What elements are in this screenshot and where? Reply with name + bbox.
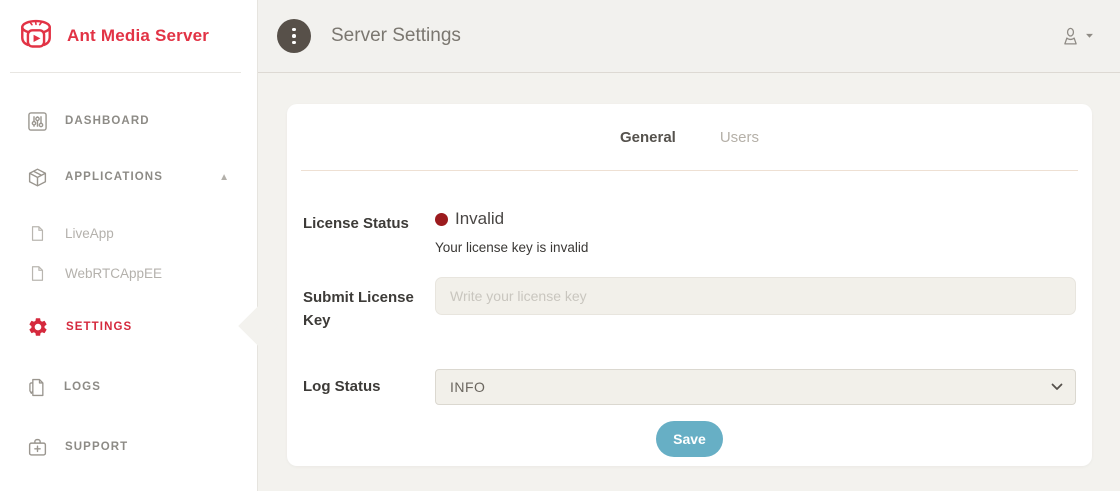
logs-icon (27, 377, 47, 398)
sidebar-item-settings[interactable]: SETTINGS (0, 299, 257, 355)
log-status-select[interactable]: INFO (435, 369, 1076, 405)
applications-icon (27, 167, 48, 188)
sidebar-item-label: SUPPORT (65, 441, 128, 453)
support-icon (27, 437, 48, 458)
license-key-row: Submit License Key (303, 277, 1076, 333)
tab-divider (301, 170, 1078, 171)
status-text: Invalid (455, 209, 504, 229)
sidebar-item-label: WebRTCAppEE (65, 266, 162, 281)
license-key-field (435, 277, 1076, 333)
gear-icon (27, 316, 49, 338)
account-menu-button[interactable] (1061, 26, 1094, 47)
license-status-value: Invalid (435, 209, 1076, 229)
kebab-menu-button[interactable] (277, 19, 311, 53)
sidebar-item-logs[interactable]: LOGS (0, 359, 257, 415)
save-row: Save (303, 421, 1076, 457)
license-status-label: License Status (303, 209, 435, 255)
kebab-dot (292, 41, 296, 45)
server-settings-form: License Status Invalid Your license key … (287, 209, 1092, 457)
sidebar-item-label: LiveApp (65, 226, 114, 241)
sidebar-item-label: SETTINGS (66, 321, 132, 333)
sidebar-item-label: DASHBOARD (65, 115, 150, 127)
license-status-message: Your license key is invalid (435, 240, 1076, 255)
kebab-dot (292, 28, 296, 32)
settings-card: General Users License Status Invalid You… (287, 104, 1092, 466)
app-window: Ant Media Server DASHBOARD (0, 0, 1120, 491)
file-icon (29, 225, 46, 242)
license-key-input[interactable] (435, 277, 1076, 315)
tab-users[interactable]: Users (720, 129, 759, 146)
chevron-down-icon (1085, 33, 1094, 39)
sidebar-item-liveapp[interactable]: LiveApp (0, 213, 257, 253)
sidebar-item-dashboard[interactable]: DASHBOARD (0, 93, 257, 149)
save-button[interactable]: Save (656, 421, 723, 457)
sidebar-item-label: APPLICATIONS (65, 171, 163, 183)
log-status-row: Log Status INFO (303, 369, 1076, 405)
page-title: Server Settings (331, 25, 1061, 47)
sidebar-item-webrtcappee[interactable]: WebRTCAppEE (0, 253, 257, 293)
tab-bar: General Users (287, 104, 1092, 170)
sidebar-item-label: LOGS (64, 381, 101, 393)
sidebar: Ant Media Server DASHBOARD (0, 0, 258, 491)
status-dot-icon (435, 213, 448, 226)
sidebar-item-applications[interactable]: APPLICATIONS ▲ (0, 149, 257, 205)
sidebar-item-support[interactable]: SUPPORT (0, 419, 257, 475)
log-status-field: INFO (435, 369, 1076, 405)
collapse-caret-icon[interactable]: ▲ (219, 172, 229, 183)
license-key-label: Submit License Key (303, 277, 435, 333)
brand: Ant Media Server (0, 0, 257, 72)
file-icon (29, 265, 46, 282)
tab-general[interactable]: General (620, 129, 676, 146)
content-area: General Users License Status Invalid You… (258, 73, 1120, 491)
log-status-label: Log Status (303, 375, 435, 398)
sidebar-nav: DASHBOARD APPLICATIONS ▲ (0, 73, 257, 475)
dashboard-icon (27, 111, 48, 132)
brand-name: Ant Media Server (67, 26, 209, 46)
license-status-row: License Status Invalid Your license key … (303, 209, 1076, 255)
ant-media-logo-icon (15, 18, 57, 54)
user-icon (1061, 26, 1080, 47)
kebab-dot (292, 34, 296, 38)
top-header: Server Settings (258, 0, 1120, 73)
license-status-field: Invalid Your license key is invalid (435, 209, 1076, 255)
main-area: Server Settings General Users (258, 0, 1120, 491)
